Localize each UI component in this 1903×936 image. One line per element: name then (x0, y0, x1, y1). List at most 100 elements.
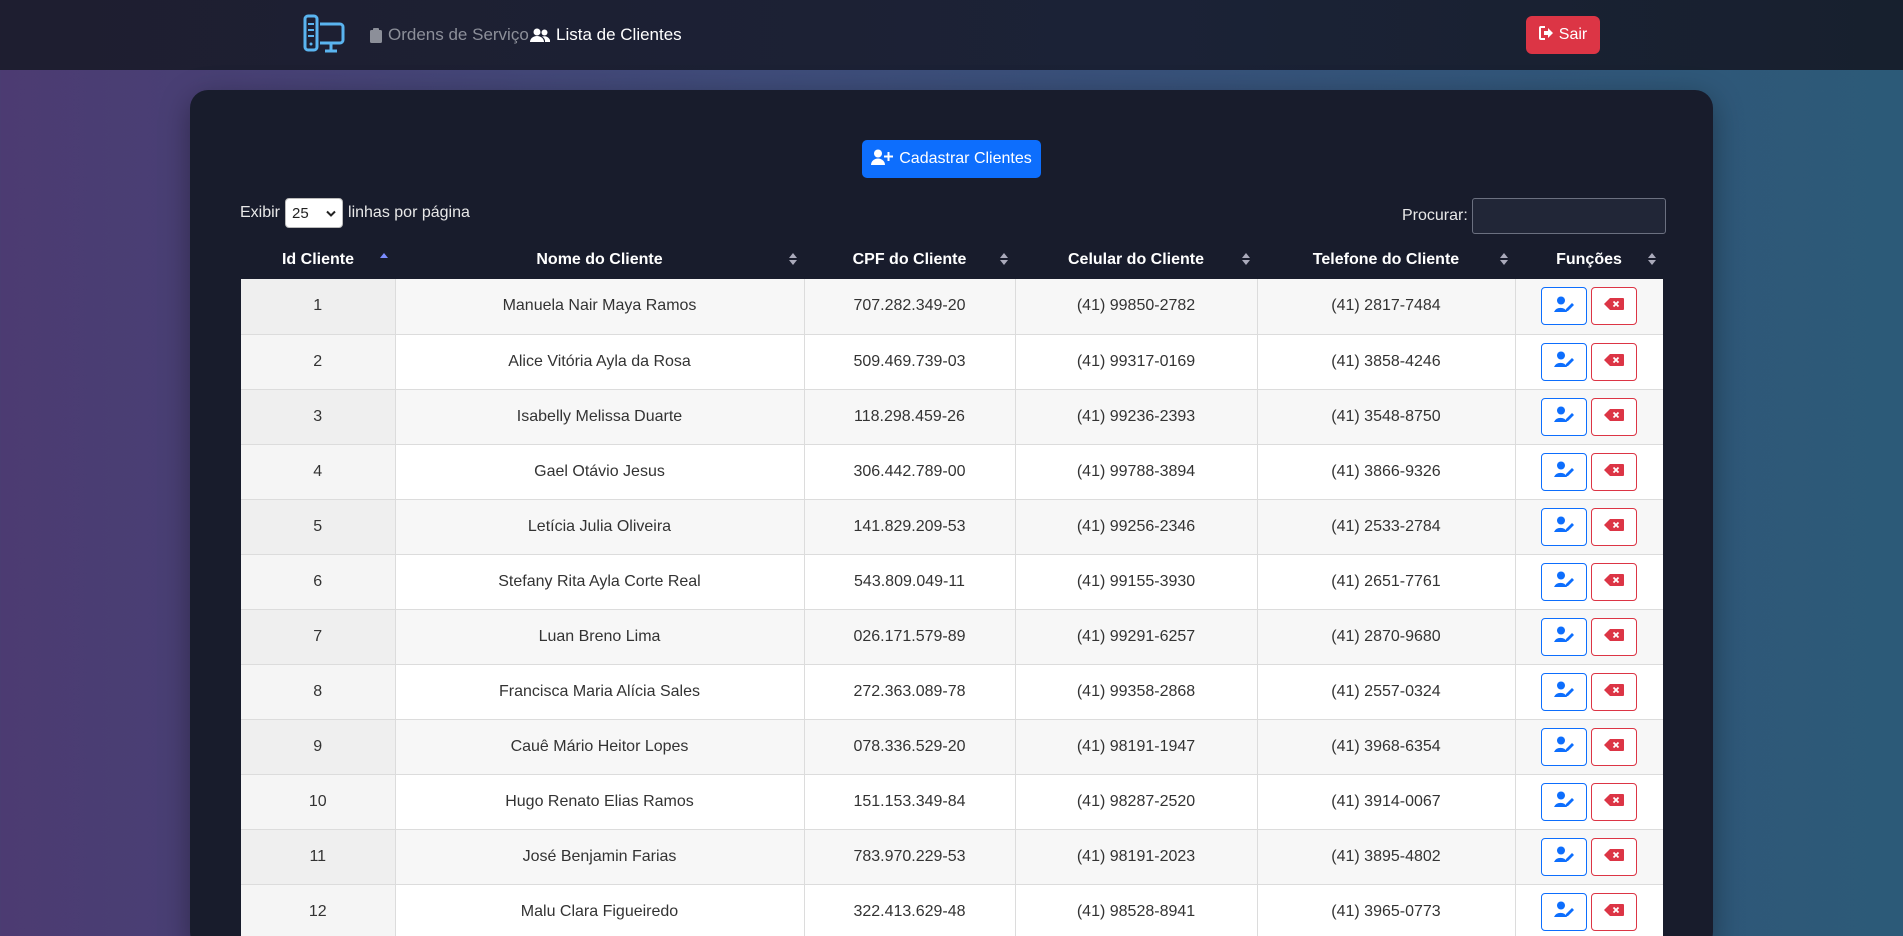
cell-name: Cauê Mário Heitor Lopes (394, 719, 804, 775)
column-header[interactable]: Funções (1515, 240, 1663, 279)
cell-functions (1514, 609, 1663, 665)
page-length-select[interactable]: 25 (285, 198, 344, 228)
cell-name: Luan Breno Lima (394, 609, 804, 665)
cell-mobile: (41) 99236-2393 (1014, 389, 1257, 445)
nav-link-lista-clientes[interactable]: Lista de Clientes (530, 24, 682, 46)
edit-client-button[interactable] (1541, 727, 1588, 766)
sort-icon (1499, 252, 1509, 271)
logout-button[interactable]: Sair (1526, 16, 1600, 54)
nav-link-ordens-servico[interactable]: Ordens de Serviço (370, 24, 529, 46)
delete-icon (1604, 518, 1625, 536)
computer-logo-icon[interactable] (303, 14, 345, 56)
column-header[interactable]: Nome do Cliente (395, 240, 804, 279)
delete-client-button[interactable] (1591, 727, 1638, 766)
row-actions (1516, 287, 1664, 326)
cell-cpf: 543.809.049-11 (803, 554, 1015, 610)
cell-functions (1514, 279, 1664, 335)
edit-client-button[interactable] (1541, 892, 1588, 931)
delete-icon (1604, 353, 1625, 371)
page-length-control: Exibir 25 linhas por página (240, 198, 470, 228)
cell-functions (1514, 884, 1663, 936)
length-prefix: Exibir (240, 204, 281, 221)
cell-cpf: 322.413.629-48 (803, 884, 1015, 936)
edit-client-button[interactable] (1541, 507, 1588, 546)
delete-client-button[interactable] (1591, 507, 1638, 546)
nav-link-label: Ordens de Serviço (388, 25, 529, 44)
cell-name: Hugo Renato Elias Ramos (394, 774, 804, 830)
edit-client-button[interactable] (1541, 782, 1588, 821)
row-actions (1516, 837, 1664, 876)
cell-mobile: (41) 99155-3930 (1014, 554, 1257, 610)
edit-client-button[interactable] (1541, 287, 1588, 326)
edit-client-button[interactable] (1541, 672, 1588, 711)
delete-client-button[interactable] (1591, 562, 1638, 601)
delete-client-button[interactable] (1591, 617, 1638, 656)
logout-label: Sair (1558, 26, 1588, 43)
page-length-value: 25 (292, 204, 309, 222)
user-edit-icon (1554, 516, 1575, 537)
edit-client-button[interactable] (1541, 397, 1588, 436)
column-header[interactable]: Telefone do Cliente (1257, 240, 1515, 279)
row-actions (1516, 507, 1664, 546)
delete-client-button[interactable] (1591, 342, 1638, 381)
cell-id: 7 (241, 609, 395, 665)
sort-asc-icon (379, 252, 389, 271)
column-header[interactable]: Id Cliente (241, 240, 395, 279)
cell-name: Letícia Julia Oliveira (394, 499, 804, 555)
edit-client-button[interactable] (1541, 617, 1588, 656)
add-client-button[interactable]: Cadastrar Clientes (862, 140, 1041, 178)
delete-icon (1604, 408, 1625, 426)
cell-mobile: (41) 99358-2868 (1014, 664, 1257, 720)
row-actions (1516, 727, 1664, 766)
delete-client-button[interactable] (1591, 837, 1638, 876)
cell-id: 3 (241, 389, 395, 445)
edit-client-button[interactable] (1541, 837, 1588, 876)
table-row: 2 Alice Vitória Ayla da Rosa 509.469.739-0… (241, 334, 1663, 390)
cell-cpf: 141.829.209-53 (803, 499, 1015, 555)
sort-icon (1241, 252, 1251, 271)
table-row: 12 Malu Clara Figueiredo 322.413.629-48 (41… (241, 884, 1663, 936)
cell-name: Francisca Maria Alícia Sales (394, 664, 804, 720)
cell-id: 4 (241, 444, 395, 500)
cell-functions (1514, 664, 1663, 720)
cell-functions (1514, 334, 1663, 390)
cell-name: Malu Clara Figueiredo (394, 884, 804, 936)
edit-client-button[interactable] (1541, 562, 1588, 601)
cell-functions (1514, 444, 1663, 500)
cell-id: 12 (241, 884, 395, 936)
user-edit-icon (1554, 901, 1575, 922)
search-input[interactable] (1471, 198, 1666, 234)
cell-functions (1514, 829, 1664, 885)
add-client-label: Cadastrar Clientes (899, 150, 1032, 167)
delete-client-button[interactable] (1591, 287, 1638, 326)
cell-cpf: 026.171.579-89 (803, 609, 1015, 665)
edit-client-button[interactable] (1541, 452, 1588, 491)
column-header[interactable]: Celular do Cliente (1015, 240, 1257, 279)
table-row: 6 Stefany Rita Ayla Corte Real 543.809.049… (241, 554, 1663, 610)
delete-client-button[interactable] (1591, 892, 1638, 931)
table-row: 1 Manuela Nair Maya Ramos 707.282.349-20 (4… (241, 279, 1664, 335)
table-row: 5 Letícia Julia Oliveira 141.829.209-53 (41… (241, 499, 1664, 555)
delete-client-button[interactable] (1591, 452, 1638, 491)
user-edit-icon (1554, 351, 1575, 372)
column-header[interactable]: CPF do Cliente (804, 240, 1015, 279)
cell-id: 6 (241, 554, 395, 610)
delete-icon (1604, 573, 1625, 591)
user-plus-icon (871, 149, 894, 170)
sign-out-icon (1538, 25, 1554, 45)
cell-name: Alice Vitória Ayla da Rosa (394, 334, 804, 390)
sort-icon (1647, 252, 1657, 271)
table-row: 4 Gael Otávio Jesus 306.442.789-00 (41) 997… (241, 444, 1663, 500)
cell-phone: (41) 3965-0773 (1256, 884, 1515, 936)
cell-phone: (41) 2870-9680 (1256, 609, 1515, 665)
cell-id: 2 (241, 334, 395, 390)
delete-client-button[interactable] (1591, 672, 1638, 711)
cell-phone: (41) 2817-7484 (1256, 279, 1515, 335)
user-edit-icon (1554, 626, 1575, 647)
cell-name: Stefany Rita Ayla Corte Real (394, 554, 804, 610)
edit-client-button[interactable] (1541, 342, 1588, 381)
delete-client-button[interactable] (1591, 397, 1638, 436)
delete-client-button[interactable] (1591, 782, 1638, 821)
cell-functions (1514, 499, 1664, 555)
cell-cpf: 707.282.349-20 (803, 279, 1015, 335)
